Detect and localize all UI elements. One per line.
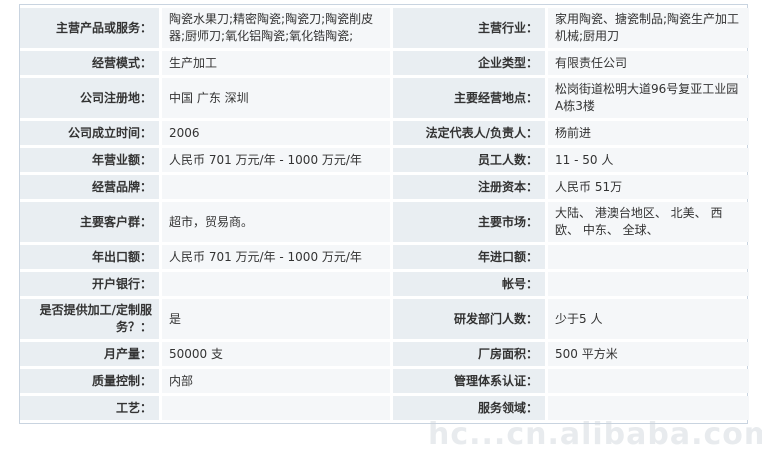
field-value: 松岗街道松明大道96号复亚工业园A栋3楼 (548, 78, 749, 118)
field-label: 经营模式： (20, 51, 159, 75)
field-label: 年出口额： (20, 245, 159, 269)
field-value: 大陆、 港澳台地区、 北美、 西欧、 中东、 全球、 (548, 202, 749, 242)
field-value: 少于5 人 (548, 299, 749, 339)
field-value: 中国 广东 深圳 (162, 78, 390, 118)
info-row: 质量控制： 内部 管理体系认证： (20, 369, 749, 393)
field-label: 帐号： (393, 272, 545, 296)
field-label: 注册资本： (393, 175, 545, 199)
field-label: 员工人数： (393, 148, 545, 172)
field-label: 是否提供加工/定制服务？： (20, 299, 159, 339)
field-label: 主营行业： (393, 8, 545, 48)
field-value: 陶瓷水果刀;精密陶瓷;陶瓷刀;陶瓷削皮器;厨师刀;氧化铝陶瓷;氧化锆陶瓷; (162, 8, 390, 48)
info-row: 是否提供加工/定制服务？：是研发部门人数： 少于5 人 (20, 299, 749, 339)
field-label: 工艺： (20, 396, 159, 420)
field-label: 主要经营地点： (393, 78, 545, 118)
field-label: 管理体系认证： (393, 369, 545, 393)
field-label: 法定代表人/负责人： (393, 121, 545, 145)
info-row: 经营模式： 生产加工 企业类型： 有限责任公司 (20, 51, 749, 75)
field-label: 公司注册地： (20, 78, 159, 118)
field-value: 内部 (162, 369, 390, 393)
field-value: 11 - 50 人 (548, 148, 749, 172)
field-value (162, 175, 390, 199)
field-label: 质量控制： (20, 369, 159, 393)
info-row: 开户银行： 帐号： (20, 272, 749, 296)
field-label: 公司成立时间： (20, 121, 159, 145)
info-row: 主要客户群： 超市，贸易商。 主要市场： 大陆、 港澳台地区、 北美、 西欧、 中东、… (20, 202, 749, 242)
info-row: 公司注册地： 中国 广东 深圳 主要经营地点： 松岗街道松明大道96号复亚工业园A栋3… (20, 78, 749, 118)
field-value: 有限责任公司 (548, 51, 749, 75)
field-label: 企业类型： (393, 51, 545, 75)
info-row: 工艺： 服务领域： (20, 396, 749, 420)
info-rows: 主营产品或服务： 陶瓷水果刀;精密陶瓷;陶瓷刀;陶瓷削皮器;厨师刀;氧化铝陶瓷;氧… (20, 8, 749, 420)
info-row: 年营业额： 人民币 701 万元/年 - 1000 万元/年 员工人数： 11 - 5… (20, 148, 749, 172)
field-label: 厂房面积： (393, 342, 545, 366)
field-value: 生产加工 (162, 51, 390, 75)
field-value: 50000 支 (162, 342, 390, 366)
field-label: 年营业额： (20, 148, 159, 172)
field-value: 家用陶瓷、搪瓷制品;陶瓷生产加工机械;厨用刀 (548, 8, 749, 48)
field-value (548, 369, 749, 393)
field-label: 服务领域： (393, 396, 545, 420)
field-label: 开户银行： (20, 272, 159, 296)
field-label: 主营产品或服务： (20, 8, 159, 48)
field-value: 人民币 51万 (548, 175, 749, 199)
field-label: 年进口额： (393, 245, 545, 269)
field-label: 主要市场： (393, 202, 545, 242)
info-row: 年出口额： 人民币 701 万元/年 - 1000 万元/年 年进口额： (20, 245, 749, 269)
field-value: 超市，贸易商。 (162, 202, 390, 242)
field-value: 人民币 701 万元/年 - 1000 万元/年 (162, 245, 390, 269)
company-info-panel: 主营产品或服务： 陶瓷水果刀;精密陶瓷;陶瓷刀;陶瓷削皮器;厨师刀;氧化铝陶瓷;氧… (19, 4, 749, 424)
field-value (162, 396, 390, 420)
field-value (548, 245, 749, 269)
field-value: 2006 (162, 121, 390, 145)
field-label: 经营品牌： (20, 175, 159, 199)
field-value: 是 (162, 299, 390, 339)
info-row: 月产量： 50000 支厂房面积： 500 平方米 (20, 342, 749, 366)
info-row: 公司成立时间： 2006 法定代表人/负责人： 杨前进 (20, 121, 749, 145)
field-value: 人民币 701 万元/年 - 1000 万元/年 (162, 148, 390, 172)
field-value (548, 396, 749, 420)
info-row: 主营产品或服务： 陶瓷水果刀;精密陶瓷;陶瓷刀;陶瓷削皮器;厨师刀;氧化铝陶瓷;氧… (20, 8, 749, 48)
field-label: 研发部门人数： (393, 299, 545, 339)
field-value (162, 272, 390, 296)
field-label: 主要客户群： (20, 202, 159, 242)
field-value: 杨前进 (548, 121, 749, 145)
field-label: 月产量： (20, 342, 159, 366)
field-value: 500 平方米 (548, 342, 749, 366)
info-row: 经营品牌： 注册资本： 人民币 51万 (20, 175, 749, 199)
field-value (548, 272, 749, 296)
company-info-table: 主营产品或服务： 陶瓷水果刀;精密陶瓷;陶瓷刀;陶瓷削皮器;厨师刀;氧化铝陶瓷;氧… (20, 5, 749, 423)
